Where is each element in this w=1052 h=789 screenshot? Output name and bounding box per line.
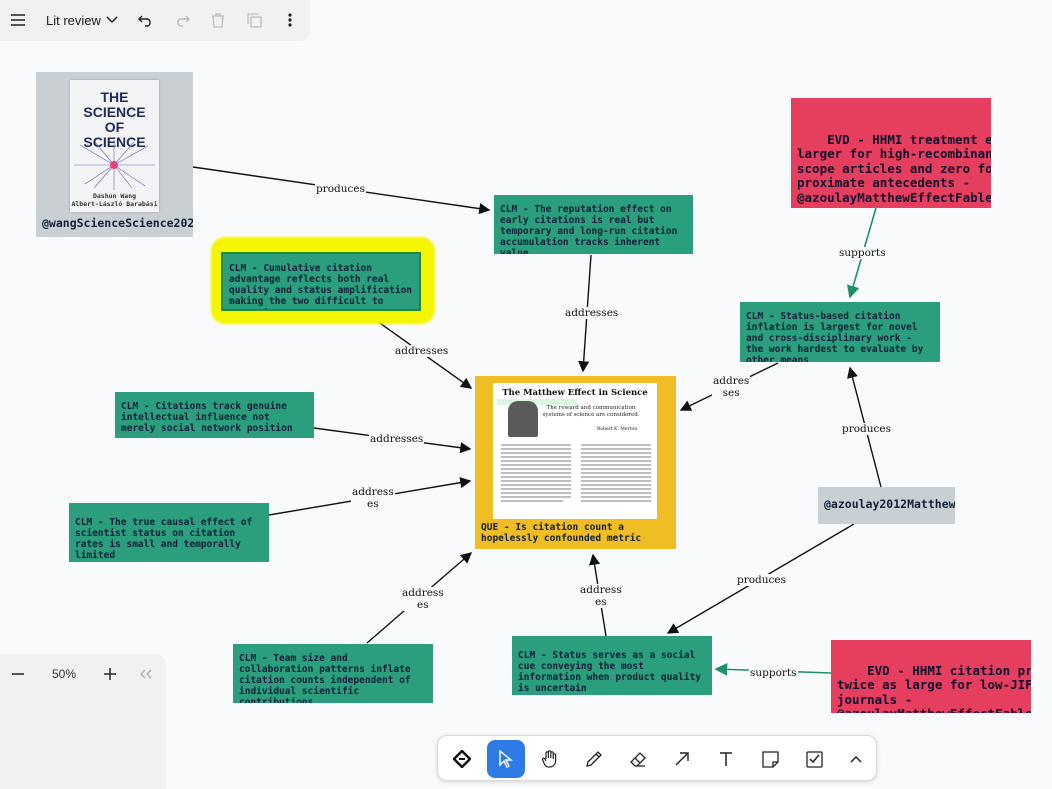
author-portrait (508, 401, 538, 437)
redo-button[interactable] (168, 6, 196, 34)
pencil-icon (586, 751, 602, 767)
note-tool-button[interactable] (751, 740, 789, 778)
edge-label-addresses: addres ses (712, 375, 751, 399)
edge-label-produces: produces (315, 183, 367, 195)
hand-tool-button[interactable] (531, 740, 569, 778)
zoom-level[interactable]: 50% (44, 664, 84, 684)
evidence-node-hhmi-premium[interactable]: EVD - HHMI citation premium twice as lar… (831, 640, 1031, 713)
menu-icon (11, 14, 25, 26)
claim-text: CLM - The true causal effect of scientis… (75, 517, 253, 561)
paper-image: The Matthew Effect in Science The reward… (493, 383, 657, 519)
evidence-node-hhmi-effect[interactable]: EVD - HHMI treatment effect larger for h… (791, 98, 991, 208)
question-node-citation[interactable]: The Matthew Effect in Science The reward… (475, 376, 676, 549)
duplicate-icon (246, 12, 262, 28)
edge-label-addresses: addresses (564, 307, 620, 319)
draw-tool-button[interactable] (575, 740, 613, 778)
claim-text: CLM - Status serves as a social cue conv… (518, 650, 702, 694)
more-options-button[interactable] (276, 6, 304, 34)
more-tools-button[interactable] (837, 740, 875, 778)
source-node-azoulay[interactable]: @azoulay2012Matthew (818, 487, 955, 524)
text-tool-button[interactable] (707, 740, 745, 778)
chevron-down-icon (106, 16, 118, 24)
question-text: QUE - Is citation count a hopelessly con… (481, 522, 642, 544)
claim-text: CLM - The reputation effect on early cit… (500, 204, 678, 254)
checkbox-icon (805, 750, 823, 768)
undo-button[interactable] (132, 6, 160, 34)
minus-icon (12, 673, 24, 675)
eraser-icon (630, 752, 646, 767)
evidence-text: EVD - HHMI citation premium twice as lar… (837, 662, 1031, 713)
double-chevron-left-icon (140, 669, 152, 679)
pointer-icon (499, 750, 513, 768)
edge-label-addresses: address es (579, 584, 623, 608)
sticky-note-icon (761, 750, 779, 768)
delete-button[interactable] (204, 6, 232, 34)
book-cover-authors: Dashun Wang Albert-László Barabási (71, 192, 158, 208)
eraser-tool-button[interactable] (619, 740, 657, 778)
text-icon (720, 752, 732, 766)
claim-node-status-based[interactable]: CLM - Status-based citation inflation is… (740, 302, 940, 362)
source-label: @azoulay2012Matthew (824, 497, 955, 511)
menu-button[interactable] (4, 6, 32, 34)
document-title[interactable]: Lit review (46, 13, 101, 28)
claim-node-team[interactable]: CLM - Team size and collaboration patter… (233, 644, 433, 703)
duplicate-button[interactable] (240, 6, 268, 34)
edge-label-addresses: address es (351, 486, 395, 510)
document-menu-button[interactable] (98, 6, 126, 34)
burst-graphic (74, 140, 155, 190)
select-logo-icon (453, 750, 471, 768)
select-tool-button[interactable] (487, 740, 525, 778)
zoom-in-button[interactable] (100, 664, 120, 684)
paper-title: The Matthew Effect in Science (502, 388, 648, 398)
zoom-panel: 50% (0, 654, 166, 789)
paper-author: Robert K. Merton (597, 427, 638, 432)
claim-text: CLM - Citations track genuine intellectu… (121, 401, 293, 434)
edge-label-produces: produces (736, 574, 788, 586)
edge-label-addresses: addresses (394, 345, 450, 357)
paper-subtitle: The reward and communication systems of … (542, 405, 640, 418)
top-toolbar: Lit review (0, 0, 310, 41)
edge-label-addresses: addresses (369, 433, 425, 445)
zoom-out-button[interactable] (8, 664, 28, 684)
arrow-tool-button[interactable] (663, 740, 701, 778)
paper-body-text (501, 444, 651, 502)
tool-palette (437, 735, 877, 781)
trash-icon (212, 12, 224, 28)
undo-icon (138, 15, 151, 27)
hand-icon (541, 750, 557, 768)
edge-label-addresses: address es (401, 587, 445, 611)
claim-node-genuine[interactable]: CLM - Citations track genuine intellectu… (115, 392, 314, 438)
claim-text: CLM - Status-based citation inflation is… (746, 311, 924, 362)
claim-node-causal[interactable]: CLM - The true causal effect of scientis… (69, 503, 269, 562)
book-cover-image: THE SCIENCE OF SCIENCE Dashun Wang Alber… (70, 80, 159, 212)
edge-label-supports: supports (749, 667, 798, 679)
chevron-up-icon (850, 755, 862, 763)
checkbox-tool-button[interactable] (795, 740, 833, 778)
book-node-label: @wangScienceScience202 (42, 216, 193, 230)
book-source-node[interactable]: THE SCIENCE OF SCIENCE Dashun Wang Alber… (36, 72, 193, 237)
evidence-text: EVD - HHMI treatment effect larger for h… (797, 131, 991, 205)
claim-node-social-cue[interactable]: CLM - Status serves as a social cue conv… (512, 636, 712, 695)
edge-label-supports: supports (838, 247, 887, 259)
more-icon (288, 13, 292, 27)
claim-text: CLM - Cumulative citation advantage refl… (229, 263, 413, 309)
claim-node-cumulative[interactable]: CLM - Cumulative citation advantage refl… (221, 252, 421, 311)
claim-node-reputation[interactable]: CLM - The reputation effect on early cit… (494, 195, 693, 254)
edge-label-produces: produces (841, 423, 893, 435)
collapse-panel-button[interactable] (136, 664, 156, 684)
redo-icon (177, 15, 190, 27)
claim-text: CLM - Team size and collaboration patter… (239, 653, 411, 703)
plus-icon (104, 668, 116, 680)
arrow-icon (675, 752, 689, 766)
logo-tool-button[interactable] (443, 740, 481, 778)
